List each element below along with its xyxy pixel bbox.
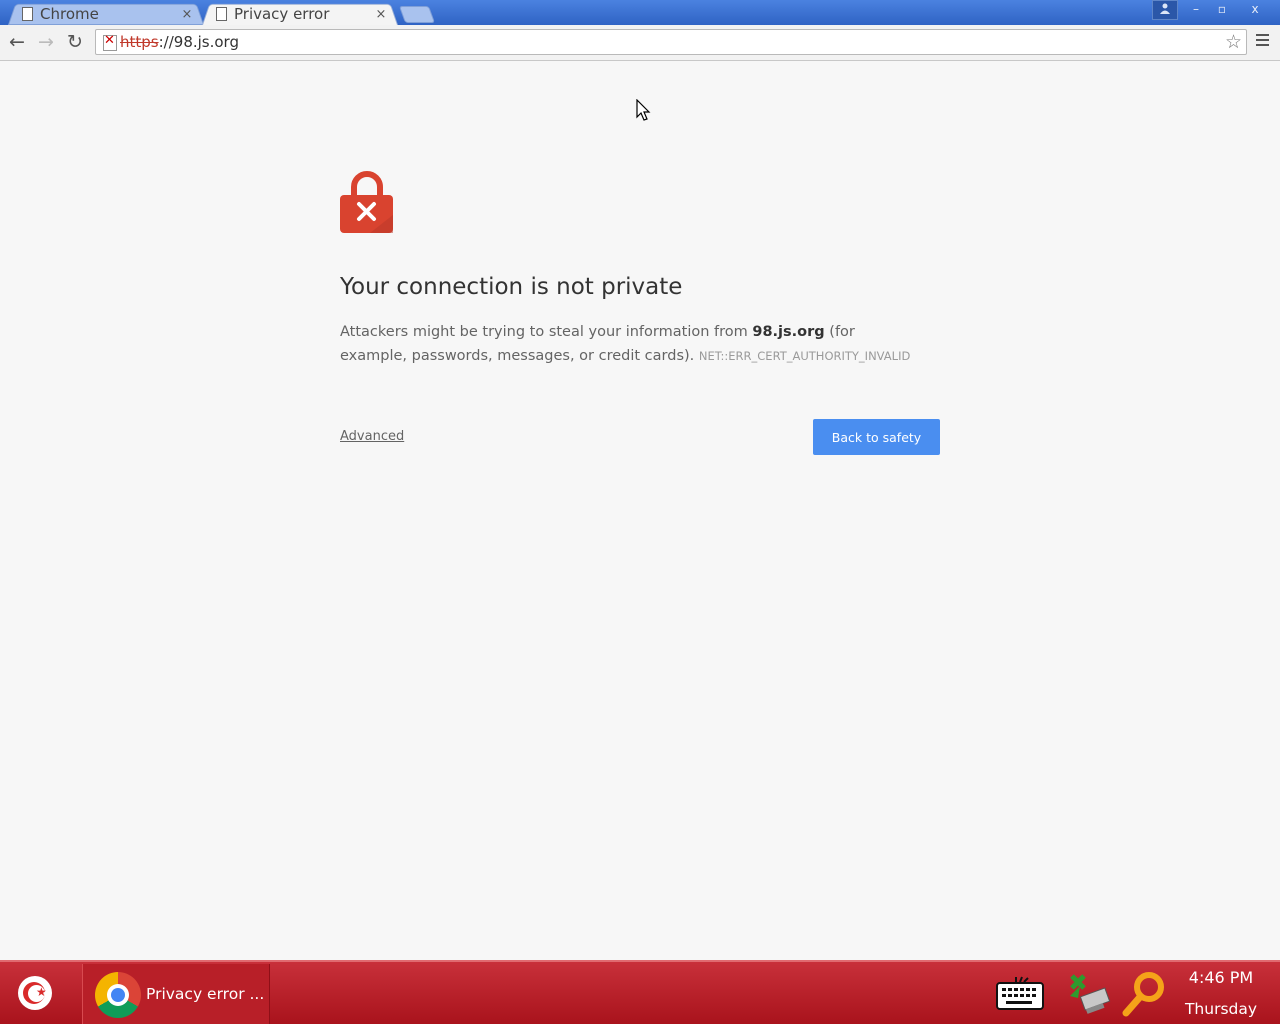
url-text[interactable]: https://98.js.org xyxy=(120,33,239,51)
new-tab-button[interactable] xyxy=(398,6,436,23)
address-bar[interactable]: ✕ https://98.js.org ☆ xyxy=(95,29,1247,55)
reload-icon[interactable]: ↻ xyxy=(64,31,86,53)
tab-title: Privacy error xyxy=(234,5,330,23)
user-profile-icon[interactable] xyxy=(1152,0,1178,20)
page-icon xyxy=(216,7,227,21)
advanced-link[interactable]: Advanced xyxy=(340,429,404,444)
warning-text-start: Attackers might be trying to steal your … xyxy=(340,324,753,340)
insecure-page-icon[interactable]: ✕ xyxy=(103,33,117,51)
broken-lock-icon xyxy=(340,171,393,233)
maximize-button[interactable]: ▫ xyxy=(1208,0,1236,18)
start-button[interactable]: ★ xyxy=(18,976,52,1010)
tab-strip: Chrome × Privacy error × – ▫ x xyxy=(0,0,1280,26)
minimize-button[interactable]: – xyxy=(1182,0,1210,18)
warning-paragraph: Attackers might be trying to steal your … xyxy=(340,320,920,368)
page-title: Your connection is not private xyxy=(340,274,683,300)
taskbar: ★ Privacy error ... 4:46 PM Thursday xyxy=(0,960,1280,1024)
window-close-button[interactable]: x xyxy=(1236,0,1274,18)
bookmark-star-icon[interactable]: ☆ xyxy=(1225,31,1242,53)
tab-close-icon[interactable]: × xyxy=(374,7,388,22)
keyboard-icon[interactable] xyxy=(996,976,1044,1010)
url-scheme: https xyxy=(120,33,159,51)
back-arrow-icon[interactable]: ← xyxy=(6,31,28,53)
taskbar-item-chrome[interactable]: Privacy error ... xyxy=(82,964,270,1024)
error-code[interactable]: NET::ERR_CERT_AUTHORITY_INVALID xyxy=(699,349,910,363)
warning-host: 98.js.org xyxy=(752,324,825,340)
chrome-logo-icon xyxy=(95,972,141,1018)
mouse-cursor-icon xyxy=(636,99,651,121)
tab-title: Chrome xyxy=(40,5,99,23)
taskbar-item-label: Privacy error ... xyxy=(146,985,265,1003)
forward-arrow-icon[interactable]: → xyxy=(35,31,57,53)
url-host: ://98.js.org xyxy=(158,33,239,51)
browser-toolbar: ← → ↻ ✕ https://98.js.org ☆ xyxy=(0,25,1280,61)
back-to-safety-button[interactable]: Back to safety xyxy=(813,419,940,455)
chrome-menu-icon[interactable] xyxy=(1256,34,1269,49)
tab-chrome[interactable]: Chrome × xyxy=(8,2,204,26)
clock-day[interactable]: Thursday xyxy=(1180,1000,1262,1018)
star-icon: ★ xyxy=(36,985,47,999)
tab-privacy-error[interactable]: Privacy error × xyxy=(202,2,398,26)
search-icon[interactable] xyxy=(1120,970,1168,1018)
page-content xyxy=(0,61,1280,960)
tab-close-icon[interactable]: × xyxy=(180,7,194,22)
page-icon xyxy=(22,7,33,21)
network-icon[interactable] xyxy=(1066,972,1112,1014)
clock-time[interactable]: 4:46 PM xyxy=(1186,968,1256,987)
